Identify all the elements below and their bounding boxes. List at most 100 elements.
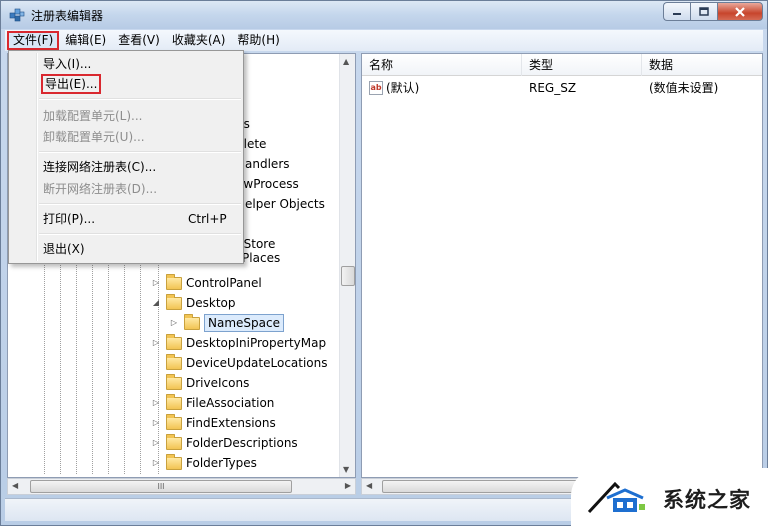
tree-item[interactable]: ▷ FolderDescriptions: [150, 433, 298, 453]
scrollbar-thumb[interactable]: [341, 266, 355, 286]
minimize-icon: [673, 12, 681, 15]
menu-item-load-hive[interactable]: 加载配置单元(L)...: [43, 106, 143, 126]
tree-guide-line: [60, 244, 61, 474]
scroll-left-arrow-icon[interactable]: ◀: [366, 481, 372, 490]
tree-item-partial[interactable]: ewProcess: [236, 174, 299, 194]
string-value-icon: ab: [369, 81, 383, 95]
folder-icon: [166, 333, 182, 350]
expand-arrow-icon[interactable]: ▷: [150, 433, 162, 453]
expand-arrow-icon[interactable]: ▷: [168, 313, 180, 333]
tree-item-label: Helper Objects: [236, 197, 325, 211]
scrollbar-grip: III: [157, 482, 165, 491]
scroll-left-arrow-icon[interactable]: ◀: [12, 481, 18, 490]
folder-icon: [166, 433, 182, 450]
menu-favorites[interactable]: 收藏夹(A): [166, 31, 232, 50]
tree-horizontal-scrollbar[interactable]: ◀ III ▶: [7, 478, 356, 495]
tree-item-label: FileAssociation: [186, 396, 275, 410]
folder-open-icon: [166, 293, 182, 310]
tree-item-label: DesktopIniPropertyMap: [186, 336, 327, 350]
menu-separator: [39, 151, 241, 153]
close-icon: [735, 6, 745, 17]
watermark-text: 系统之家: [663, 488, 751, 512]
registry-editor-icon: [9, 8, 25, 22]
menu-view[interactable]: 查看(V): [112, 31, 166, 50]
tree-guide-line: [140, 244, 141, 474]
tree-item-partial[interactable]: Helper Objects: [236, 194, 325, 214]
maximize-button[interactable]: [690, 2, 717, 21]
scrollbar-thumb[interactable]: [382, 480, 592, 493]
tree-item[interactable]: ▷ ControlPanel: [150, 273, 262, 293]
menu-item-unload-hive[interactable]: 卸载配置单元(U)...: [43, 127, 145, 147]
tree-item-label: ControlPanel: [186, 276, 262, 290]
folder-icon: [166, 273, 182, 290]
scroll-down-arrow-icon[interactable]: ▼: [343, 465, 349, 474]
tree-vertical-scrollbar[interactable]: ▲ ▼: [339, 54, 355, 477]
value-type-cell: REG_SZ: [529, 81, 577, 95]
list-header: 名称 类型 数据: [362, 54, 762, 76]
tree-item-partial[interactable]: Handlers: [236, 154, 290, 174]
menu-edit[interactable]: 编辑(E): [59, 31, 112, 50]
tree-guide-line: [44, 244, 45, 474]
tree-item-selected[interactable]: ▷ NameSpace: [168, 313, 284, 333]
tree-item[interactable]: ▷ FileAssociation: [150, 393, 274, 413]
tree-item[interactable]: DriveIcons: [150, 373, 249, 393]
expand-arrow-icon[interactable]: ▷: [150, 393, 162, 413]
menu-item-disconnect-network-registry[interactable]: 断开网络注册表(D)...: [43, 179, 157, 199]
close-button[interactable]: [717, 2, 763, 21]
expand-arrow-icon[interactable]: ▷: [150, 413, 162, 433]
expand-arrow-icon[interactable]: ▷: [150, 453, 162, 473]
expand-arrow-icon[interactable]: ▷: [150, 333, 162, 353]
tree-item-partial[interactable]: CommonPlaces: [236, 252, 328, 264]
value-name-cell[interactable]: (默认): [386, 78, 419, 98]
file-menu-dropdown: 导入(I)... 导出(E)... 加载配置单元(L)... 卸载配置单元(U)…: [8, 50, 244, 264]
tree-item-label: Handlers: [236, 157, 290, 171]
tree-item[interactable]: ▷ DesktopIniPropertyMap: [150, 333, 326, 353]
scroll-right-arrow-icon[interactable]: ▶: [345, 481, 351, 490]
folder-icon: [166, 393, 182, 410]
tree-item-label: ewProcess: [236, 177, 299, 191]
menu-file[interactable]: 文件(F): [7, 31, 60, 50]
tree-item-label: NameSpace: [204, 314, 284, 332]
value-data-cell: (数值未设置): [649, 81, 719, 95]
folder-icon: [184, 313, 200, 330]
column-header-name[interactable]: 名称: [362, 54, 522, 76]
tree-item-label: FindExtensions: [186, 416, 276, 430]
menu-help[interactable]: 帮助(H): [231, 31, 285, 50]
watermark: 系统之家: [571, 468, 768, 526]
folder-icon: [166, 453, 182, 470]
tree-item-label: Desktop: [186, 296, 236, 310]
menu-bar: 文件(F) 编辑(E) 查看(V) 收藏夹(A) 帮助(H): [5, 30, 763, 51]
folder-icon: [166, 413, 182, 430]
tree-item[interactable]: ▷ FolderTypes: [150, 453, 257, 473]
column-header-data[interactable]: 数据: [642, 54, 762, 76]
menu-item-exit[interactable]: 退出(X): [43, 239, 85, 259]
menu-item-print-shortcut: Ctrl+P: [188, 212, 227, 226]
expand-arrow-icon[interactable]: ▷: [150, 273, 162, 293]
tree-guide-line: [76, 244, 77, 474]
title-bar[interactable]: 注册表编辑器: [1, 1, 767, 29]
menu-item-connect-network-registry[interactable]: 连接网络注册表(C)...: [43, 157, 156, 177]
menu-separator: [39, 233, 241, 235]
menu-separator: [39, 203, 241, 205]
tree-guide-line: [108, 244, 109, 474]
menu-item-export[interactable]: 导出(E)...: [41, 74, 102, 94]
registry-values-pane[interactable]: 名称 类型 数据 ab (默认) REG_SZ (数值未设置): [361, 53, 763, 478]
scrollbar-thumb[interactable]: III: [30, 480, 292, 493]
menu-separator: [39, 98, 241, 100]
collapse-arrow-icon[interactable]: ◢: [150, 293, 162, 313]
maximize-icon: [699, 7, 709, 16]
scroll-up-arrow-icon[interactable]: ▲: [343, 57, 349, 66]
menu-gutter: [36, 53, 38, 261]
tree-guide-line: [92, 244, 93, 474]
tree-item[interactable]: DeviceUpdateLocations: [150, 353, 328, 373]
tree-item[interactable]: ▷ FindExtensions: [150, 413, 276, 433]
tree-item[interactable]: ◢ Desktop: [150, 293, 236, 313]
minimize-button[interactable]: [663, 2, 690, 21]
folder-icon: [166, 353, 182, 370]
column-header-type[interactable]: 类型: [522, 54, 642, 76]
window-controls: [663, 2, 763, 21]
tree-item-label: DeviceUpdateLocations: [186, 356, 328, 370]
menu-item-print[interactable]: 打印(P)...: [43, 209, 95, 229]
menu-item-import[interactable]: 导入(I)...: [43, 54, 91, 74]
tree-item-label: FolderTypes: [186, 456, 257, 470]
